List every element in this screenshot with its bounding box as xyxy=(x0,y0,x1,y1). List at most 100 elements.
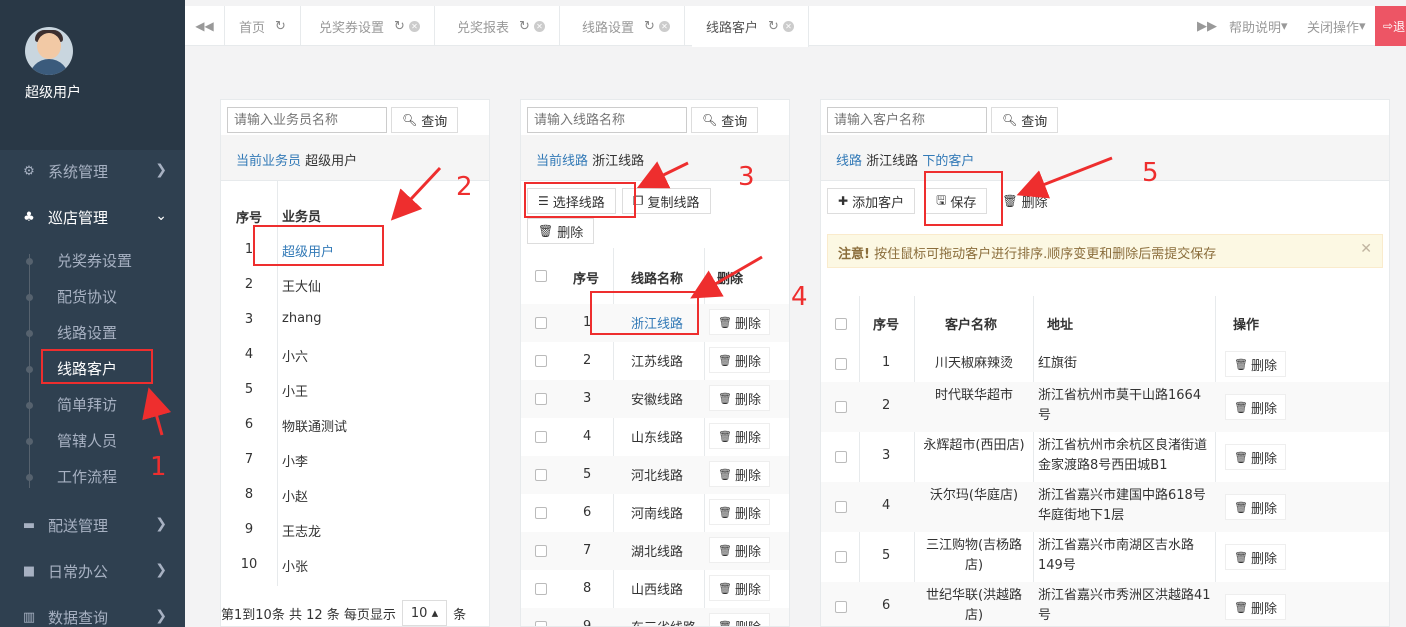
row-checkbox[interactable] xyxy=(835,401,847,413)
row-checkbox[interactable] xyxy=(535,317,547,329)
add-customer-button[interactable]: ✚ 添加客户 xyxy=(827,188,916,214)
row-checkbox[interactable] xyxy=(535,393,547,405)
row-name[interactable]: 小赵 xyxy=(282,486,308,505)
table-row[interactable]: 3 永辉超市(西田店) 浙江省杭州市余杭区良渚街道金家渡路8号西田城B1 🗑︎ 删… xyxy=(821,432,1389,482)
select-all-checkbox[interactable] xyxy=(835,318,847,330)
page-size-select[interactable]: 10 ▴ xyxy=(401,600,448,626)
table-row[interactable]: 10 小张 xyxy=(221,547,489,582)
table-row[interactable]: 9 王志龙 xyxy=(221,512,489,547)
row-checkbox[interactable] xyxy=(535,545,547,557)
row-delete-button[interactable]: 🗑︎删除 xyxy=(1225,351,1286,377)
table-row[interactable]: 6 世纪华联(洪越路店) 浙江省嘉兴市秀洲区洪越路41号 🗑︎ 删除 xyxy=(821,582,1389,626)
customers-link[interactable]: 下的客户 xyxy=(922,154,974,169)
table-row[interactable]: 2 时代联华超市 浙江省杭州市莫干山路1664号 🗑︎ 删除 xyxy=(821,382,1389,432)
row-name[interactable]: 小张 xyxy=(282,556,308,575)
row-name[interactable]: 河北线路 xyxy=(631,465,683,484)
row-checkbox[interactable] xyxy=(835,358,847,370)
row-name[interactable]: 山东线路 xyxy=(631,427,683,446)
route-link[interactable]: 线路 xyxy=(836,154,862,169)
close-icon[interactable]: ✕ xyxy=(408,20,420,32)
row-checkbox[interactable] xyxy=(835,451,847,463)
row-checkbox[interactable] xyxy=(535,507,547,519)
table-row[interactable]: 4 山东线路 🗑︎ 删除 xyxy=(521,418,789,456)
close-icon[interactable]: ✕ xyxy=(782,21,794,32)
table-row[interactable]: 5 河北线路 🗑︎ 删除 xyxy=(521,456,789,494)
tab-route-settings[interactable]: 线路设置 ↻ ✕ xyxy=(568,6,685,46)
menu-delivery[interactable]: ▬ 配送管理 ❯ xyxy=(0,505,185,545)
row-name[interactable]: 小李 xyxy=(282,451,308,470)
row-delete-button[interactable]: 🗑︎删除 xyxy=(709,537,770,563)
submenu-route-settings[interactable]: 线路设置 xyxy=(26,322,117,346)
row-name[interactable]: 河南线路 xyxy=(631,503,683,522)
table-row[interactable]: 4 小六 xyxy=(221,337,489,372)
row-checkbox[interactable] xyxy=(535,431,547,443)
refresh-icon[interactable]: ↻ xyxy=(275,19,286,34)
refresh-icon[interactable]: ↻ xyxy=(644,19,655,34)
row-name[interactable]: 东三省线路 xyxy=(631,617,696,626)
row-name[interactable]: 物联通测试 xyxy=(282,416,347,435)
row-checkbox[interactable] xyxy=(835,501,847,513)
row-name[interactable]: 江苏线路 xyxy=(631,351,683,370)
row-name[interactable]: 小六 xyxy=(282,346,308,365)
row-checkbox[interactable] xyxy=(535,469,547,481)
salesman-search-input[interactable] xyxy=(227,107,387,133)
row-delete-button[interactable]: 🗑︎删除 xyxy=(709,347,770,373)
row-name[interactable]: 王大仙 xyxy=(282,276,321,295)
row-delete-button[interactable]: 🗑︎删除 xyxy=(709,423,770,449)
row-name[interactable]: 王志龙 xyxy=(282,521,321,540)
refresh-icon[interactable]: ↻ xyxy=(519,19,530,34)
row-delete-button[interactable]: 🗑︎删除 xyxy=(1225,494,1286,520)
delete-route-button[interactable]: 🗑︎ 删除 xyxy=(527,218,595,244)
submenu-simple-visit[interactable]: 简单拜访 xyxy=(26,394,117,418)
table-row[interactable]: 4 沃尔玛(华庭店) 浙江省嘉兴市建国中路618号华庭街地下1层 🗑︎ 删除 xyxy=(821,482,1389,532)
table-row[interactable]: 6 物联通测试 xyxy=(221,407,489,442)
profile-name[interactable]: 超级用户 xyxy=(25,82,81,102)
menu-system[interactable]: ⚙ 系统管理 ❯ xyxy=(0,151,185,191)
logout-button[interactable]: ⇨ 退 xyxy=(1375,6,1406,46)
row-delete-button[interactable]: 🗑︎删除 xyxy=(709,461,770,487)
tab-scroll-right-icon[interactable]: ▶▶ xyxy=(1197,6,1217,46)
row-delete-button[interactable]: 🗑︎删除 xyxy=(709,499,770,525)
submenu-distribution[interactable]: 配货协议 xyxy=(26,286,117,310)
menu-office[interactable]: ■ 日常办公 ❯ xyxy=(0,551,185,591)
close-icon[interactable]: ✕ xyxy=(533,20,545,32)
row-checkbox[interactable] xyxy=(835,601,847,613)
table-row[interactable]: 8 小赵 xyxy=(221,477,489,512)
table-row[interactable]: 7 小李 xyxy=(221,442,489,477)
tab-home[interactable]: 首页 ↻ xyxy=(225,6,301,46)
customer-search-button[interactable]: 🔍︎ 查询 xyxy=(991,107,1059,133)
row-name[interactable]: 山西线路 xyxy=(631,579,683,598)
submenu-staff[interactable]: 管辖人员 xyxy=(26,430,117,454)
tab-voucher-settings[interactable]: 兑奖券设置 ↻ ✕ xyxy=(305,6,435,46)
row-checkbox[interactable] xyxy=(535,583,547,595)
menu-query[interactable]: ▥ 数据查询 ❯ xyxy=(0,597,185,627)
table-row[interactable]: 3 安徽线路 🗑︎ 删除 xyxy=(521,380,789,418)
row-name[interactable]: 湖北线路 xyxy=(631,541,683,560)
table-row[interactable]: 8 山西线路 🗑︎ 删除 xyxy=(521,570,789,608)
refresh-icon[interactable]: ↻ xyxy=(394,19,405,34)
tab-route-customers[interactable]: 线路客户 ↻ ✕ xyxy=(692,6,809,47)
row-name[interactable]: 小王 xyxy=(282,381,308,400)
close-ops-dropdown[interactable]: 关闭操作 ▾ xyxy=(1307,6,1366,46)
row-delete-button[interactable]: 🗑︎删除 xyxy=(1225,544,1286,570)
menu-patrol[interactable]: ♣ 巡店管理 ⌄ xyxy=(0,197,185,237)
close-icon[interactable]: ✕ xyxy=(658,20,670,32)
tab-voucher-report[interactable]: 兑奖报表 ↻ ✕ xyxy=(443,6,560,46)
table-row[interactable]: 9 东三省线路 🗑︎删除 xyxy=(521,608,789,626)
row-delete-button[interactable]: 🗑︎删除 xyxy=(1225,444,1286,470)
table-row[interactable]: 5 小王 xyxy=(221,372,489,407)
help-dropdown[interactable]: 帮助说明 ▾ xyxy=(1229,6,1288,46)
row-delete-button[interactable]: 🗑︎删除 xyxy=(709,385,770,411)
row-delete-button[interactable]: 🗑︎删除 xyxy=(709,575,770,601)
route-search-button[interactable]: 🔍︎ 查询 xyxy=(691,107,759,133)
table-row[interactable]: 2 江苏线路 🗑︎ 删除 xyxy=(521,342,789,380)
route-search-input[interactable] xyxy=(527,107,687,133)
table-row[interactable]: 7 湖北线路 🗑︎ 删除 xyxy=(521,532,789,570)
submenu-workflow[interactable]: 工作流程 xyxy=(26,466,117,490)
row-delete-button[interactable]: 🗑︎删除 xyxy=(1225,394,1286,420)
table-row[interactable]: 2 王大仙 xyxy=(221,267,489,302)
row-checkbox[interactable] xyxy=(535,621,547,626)
customer-search-input[interactable] xyxy=(827,107,987,133)
row-delete-button[interactable]: 🗑︎删除 xyxy=(1225,594,1286,620)
table-row[interactable]: 5 三江购物(吉杨路店) 浙江省嘉兴市南湖区吉水路149号 🗑︎ 删除 xyxy=(821,532,1389,582)
